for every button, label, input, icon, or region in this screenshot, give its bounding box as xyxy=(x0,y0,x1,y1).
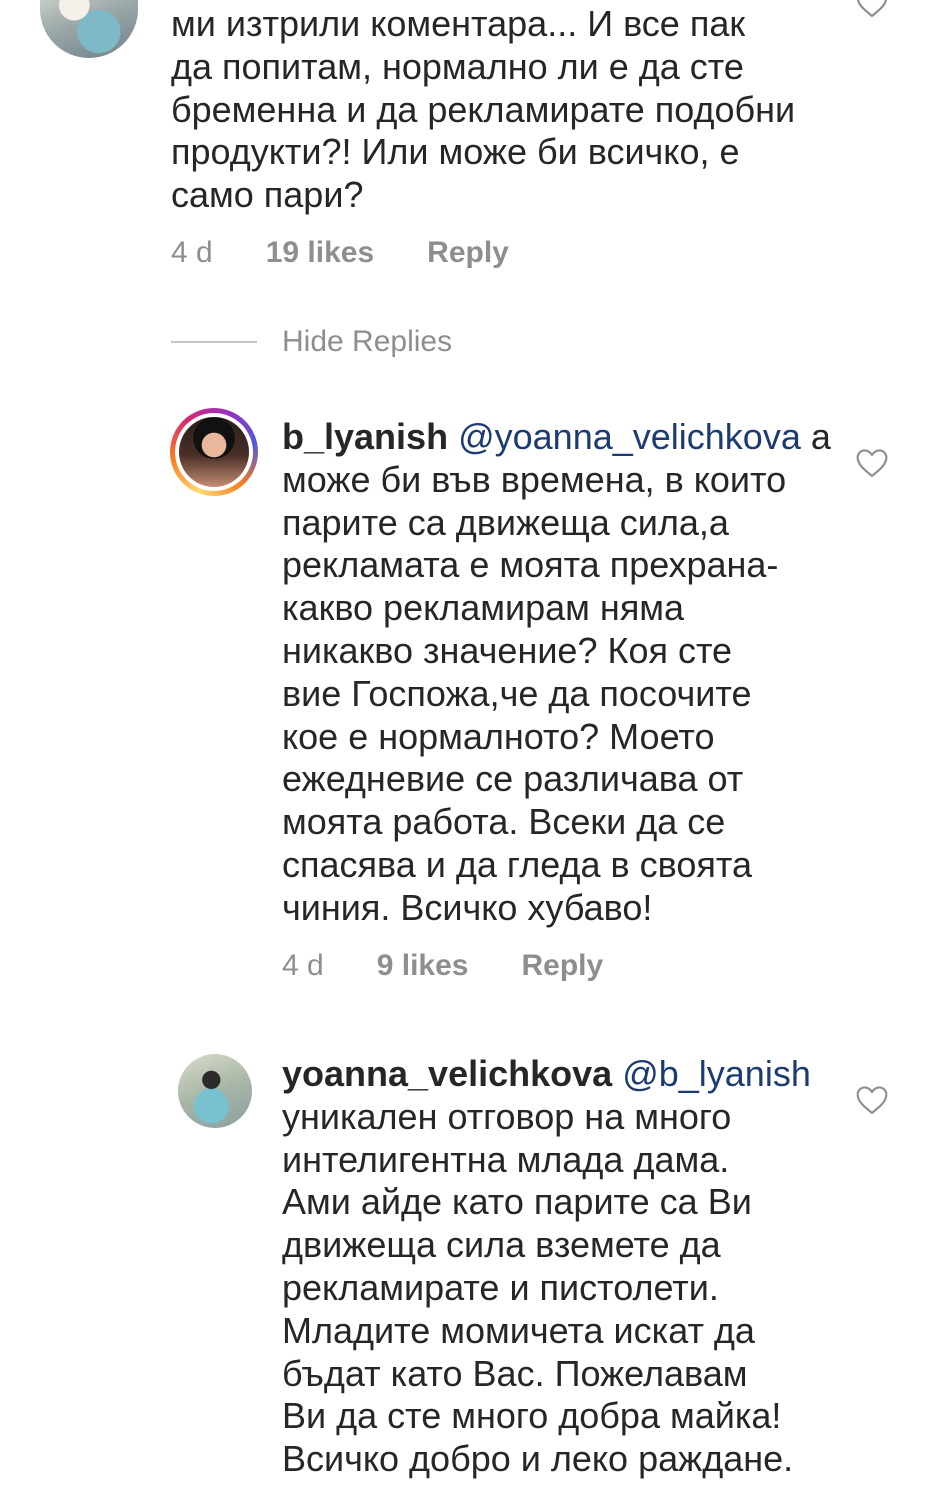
reply-time: 4 d xyxy=(282,949,324,982)
reply-text-start: а xyxy=(800,416,831,457)
comment-meta: 4 d 19 likes Reply xyxy=(171,236,509,270)
avatar[interactable] xyxy=(178,1054,252,1128)
reply-text: b_lyanish @yoanna_velichkova а може би в… xyxy=(282,416,831,930)
mention-link[interactable]: @yoanna_velichkova xyxy=(458,416,801,457)
reply-meta: 4 d 9 likes Reply xyxy=(282,949,603,983)
username[interactable]: b_lyanish xyxy=(282,416,448,457)
reply-text-body: уникален отговор на много интелигентна м… xyxy=(282,1095,794,1480)
reply-likes[interactable]: 9 likes xyxy=(377,949,469,983)
reply-text-body: може би във времена, в които парите са д… xyxy=(282,458,787,928)
hide-replies-divider xyxy=(171,341,257,343)
reply-text: yoanna_velichkova @b_lyanish уникален от… xyxy=(282,1053,811,1481)
reply-button[interactable]: Reply xyxy=(427,236,509,270)
heart-icon[interactable] xyxy=(855,448,889,478)
heart-icon[interactable] xyxy=(855,1085,889,1115)
username[interactable]: yoanna_velichkova xyxy=(282,1053,612,1094)
mention-link[interactable]: @b_lyanish xyxy=(622,1053,811,1094)
avatar xyxy=(179,417,249,487)
avatar-story-ring[interactable] xyxy=(170,408,258,496)
comment-text: ми изтрили коментара... И все пак да поп… xyxy=(171,3,796,216)
avatar[interactable] xyxy=(40,0,138,58)
heart-icon[interactable] xyxy=(855,0,889,18)
hide-replies-button[interactable]: Hide Replies xyxy=(282,325,452,359)
reply-button[interactable]: Reply xyxy=(521,949,603,983)
comment-likes[interactable]: 19 likes xyxy=(266,236,374,270)
comment-time: 4 d xyxy=(171,236,213,269)
